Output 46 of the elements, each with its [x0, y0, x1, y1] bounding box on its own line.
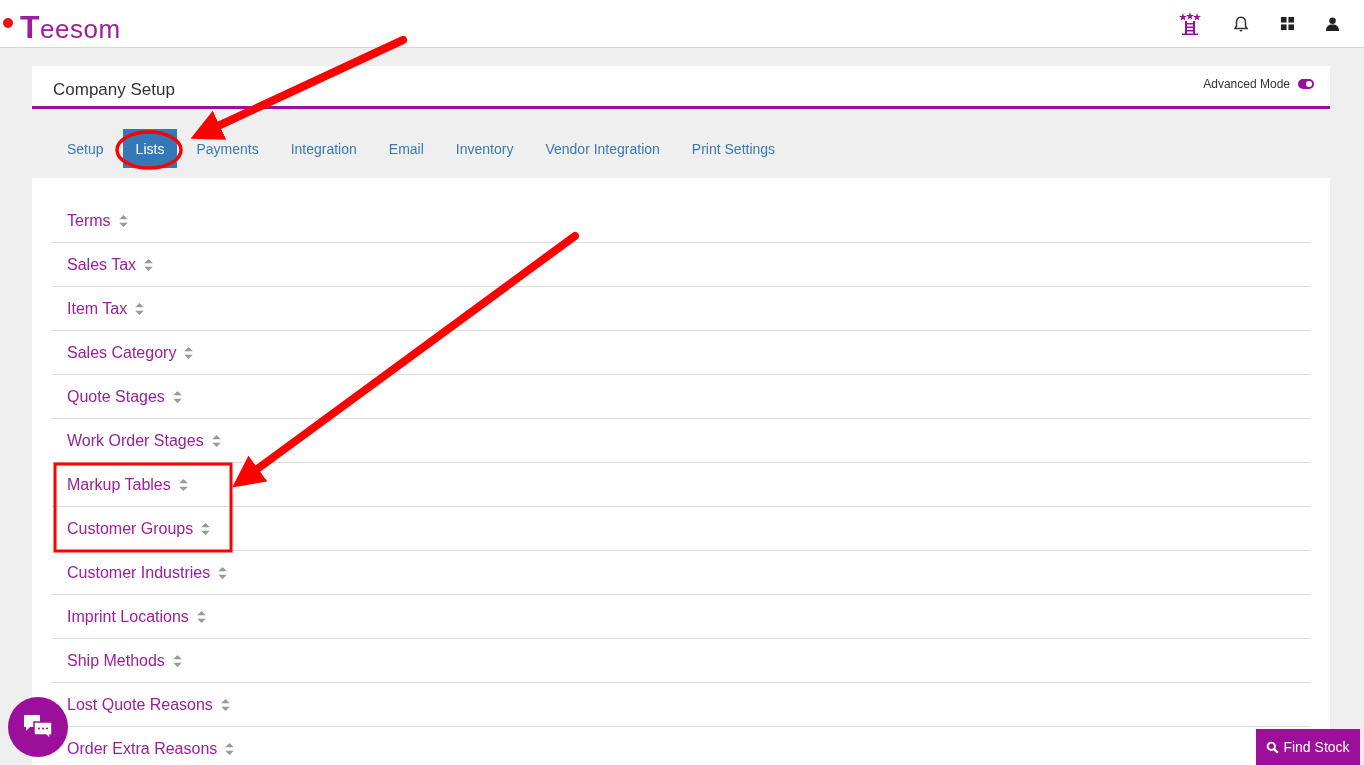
status-dot	[3, 17, 13, 28]
tab[interactable]: Integration	[277, 128, 370, 168]
tab[interactable]: Print Settings	[678, 128, 789, 168]
list-item[interactable]: Lost Quote Reasons	[67, 695, 213, 714]
sort-icon[interactable]	[218, 566, 228, 579]
list-item[interactable]: Ship Methods	[67, 651, 165, 670]
list-item[interactable]: Order Extra Reasons	[67, 739, 218, 758]
advanced-mode-toggle[interactable]	[1298, 79, 1314, 89]
sort-icon[interactable]	[118, 214, 128, 227]
list-item[interactable]: Work Order Stages	[67, 431, 204, 450]
sort-icon[interactable]	[225, 742, 235, 755]
list-item[interactable]: Quote Stages	[67, 387, 165, 406]
sort-icon[interactable]	[220, 698, 230, 711]
tab[interactable]: Payments	[183, 128, 272, 168]
stars-ladder-icon[interactable]	[1178, 11, 1202, 36]
tab[interactable]: Vendor Integration	[532, 128, 673, 168]
sort-icon[interactable]	[211, 434, 221, 447]
find-stock-button[interactable]: Find Stock	[1256, 729, 1360, 765]
list-item[interactable]: Imprint Locations	[67, 607, 189, 626]
tab[interactable]: Email	[375, 128, 437, 168]
chat-button[interactable]	[8, 697, 68, 757]
list-item[interactable]: Item Tax	[67, 299, 128, 318]
sort-icon[interactable]	[196, 610, 206, 623]
sort-icon[interactable]	[135, 302, 145, 315]
sort-icon[interactable]	[172, 390, 182, 403]
logo[interactable]: Teesom	[20, 10, 121, 43]
list-item[interactable]: Markup Tables	[67, 475, 171, 494]
list-item[interactable]: Sales Category	[67, 343, 177, 362]
tab[interactable]: Setup	[54, 128, 117, 168]
bell-icon[interactable]	[1232, 14, 1250, 33]
user-icon[interactable]	[1325, 16, 1340, 31]
grid-icon[interactable]	[1280, 16, 1295, 31]
list-item[interactable]: Sales Tax	[67, 255, 137, 274]
list-item[interactable]: Terms	[67, 211, 111, 230]
sort-icon[interactable]	[172, 654, 182, 667]
page-title: Company Setup	[53, 79, 175, 100]
list-item[interactable]: Customer Groups	[67, 519, 194, 538]
sort-icon[interactable]	[201, 522, 211, 535]
tab[interactable]: Inventory	[442, 128, 527, 168]
sort-icon[interactable]	[184, 346, 194, 359]
sort-icon[interactable]	[144, 258, 154, 271]
annotation-circle	[115, 130, 183, 170]
sort-icon[interactable]	[178, 478, 188, 491]
search-icon	[1266, 740, 1280, 754]
list-item[interactable]: Customer Industries	[67, 563, 211, 582]
advanced-mode-label: Advanced Mode	[1203, 77, 1290, 91]
